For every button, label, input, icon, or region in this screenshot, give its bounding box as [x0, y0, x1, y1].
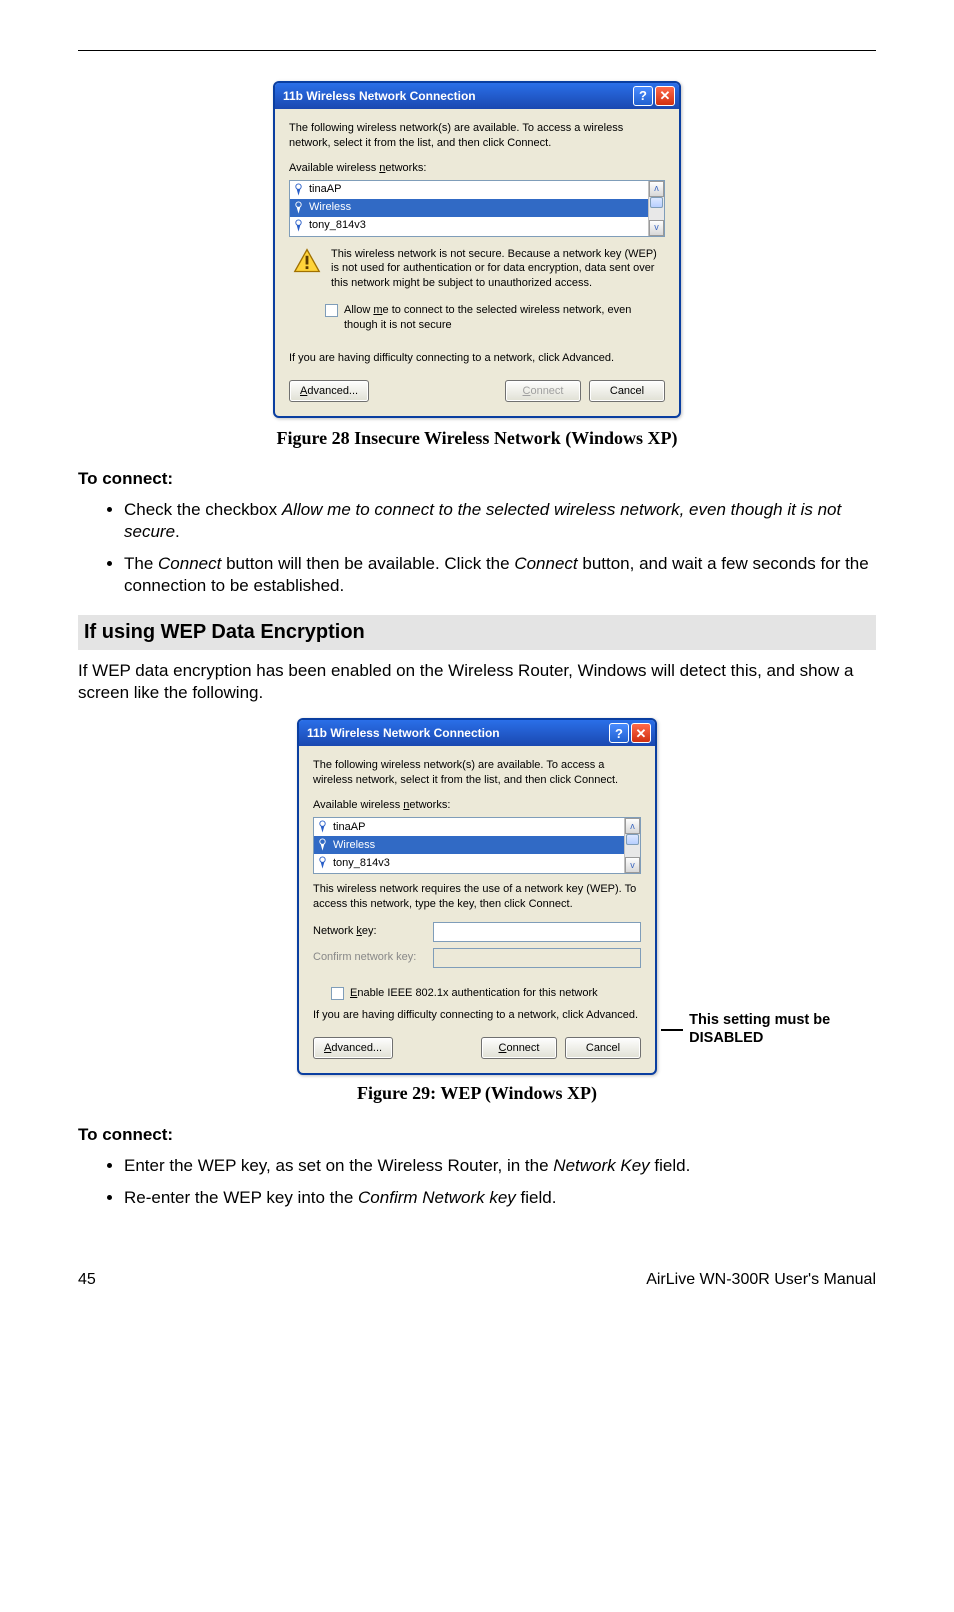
- antenna-icon: [318, 857, 327, 869]
- scroll-thumb[interactable]: [626, 834, 639, 846]
- confirm-key-input: [433, 948, 641, 968]
- scroll-down-icon[interactable]: v: [625, 857, 640, 873]
- scroll-up-icon[interactable]: ʌ: [649, 181, 664, 197]
- dialog-body: The following wireless network(s) are av…: [299, 746, 655, 1073]
- antenna-icon: [294, 202, 303, 214]
- callout-line: [661, 1029, 683, 1031]
- titlebar: 11b Wireless Network Connection ? ✕: [275, 83, 679, 109]
- list-item-label: Wireless: [309, 200, 351, 215]
- allow-connect-label: Allow me to connect to the selected wire…: [344, 303, 661, 333]
- connect-button: Connect: [505, 380, 581, 402]
- listbox-scrollbar[interactable]: ʌ v: [648, 181, 664, 236]
- wep-key-info: This wireless network requires the use o…: [313, 882, 641, 912]
- scroll-track[interactable]: [625, 834, 640, 857]
- list-item: Re-enter the WEP key into the Confirm Ne…: [124, 1187, 876, 1209]
- list-item[interactable]: tinaAP: [314, 818, 640, 836]
- close-button[interactable]: ✕: [655, 86, 675, 106]
- connect-steps-1: Check the checkbox Allow me to connect t…: [78, 499, 876, 597]
- network-listbox[interactable]: tinaAP Wireless tony_814v3 ʌ v: [313, 817, 641, 874]
- intro-text: The following wireless network(s) are av…: [289, 121, 665, 151]
- xp-dialog-1: 11b Wireless Network Connection ? ✕ The …: [273, 81, 681, 418]
- list-item[interactable]: tony_814v3: [314, 854, 640, 872]
- callout-text: This setting must be DISABLED: [689, 1012, 876, 1047]
- network-key-label: Network key:: [313, 924, 425, 939]
- list-item[interactable]: Wireless: [290, 199, 664, 217]
- list-item-label: tony_814v3: [333, 856, 390, 871]
- confirm-key-label: Confirm network key:: [313, 950, 425, 965]
- page-footer: 45 AirLive WN-300R User's Manual: [78, 1269, 876, 1289]
- listbox-scrollbar[interactable]: ʌ v: [624, 818, 640, 873]
- dialog-body: The following wireless network(s) are av…: [275, 109, 679, 416]
- listbox-label: Available wireless networks:: [313, 798, 641, 813]
- top-rule: [78, 50, 876, 51]
- help-button[interactable]: ?: [633, 86, 653, 106]
- close-button[interactable]: ✕: [631, 723, 651, 743]
- list-item[interactable]: tony_814v3: [290, 217, 664, 235]
- list-item: Check the checkbox Allow me to connect t…: [124, 499, 876, 543]
- help-button[interactable]: ?: [609, 723, 629, 743]
- warning-row: This wireless network is not secure. Bec…: [289, 237, 665, 292]
- antenna-icon: [318, 821, 327, 833]
- disabled-callout: This setting must be DISABLED: [661, 1012, 876, 1047]
- button-row: Advanced... Connect Cancel: [289, 380, 665, 402]
- list-item[interactable]: Wireless: [314, 836, 640, 854]
- figure-28-dialog-wrap: 11b Wireless Network Connection ? ✕ The …: [78, 81, 876, 418]
- allow-connect-checkbox-row: Allow me to connect to the selected wire…: [289, 291, 665, 339]
- to-connect-heading-1: To connect:: [78, 468, 876, 491]
- allow-connect-checkbox[interactable]: [325, 304, 338, 317]
- warning-text: This wireless network is not secure. Bec…: [331, 247, 661, 292]
- page-number: 45: [78, 1271, 96, 1288]
- cancel-button[interactable]: Cancel: [589, 380, 665, 402]
- listbox-label: Available wireless networks:: [289, 161, 665, 176]
- advanced-button[interactable]: Advanced...: [313, 1037, 393, 1059]
- list-item-label: tony_814v3: [309, 218, 366, 233]
- warning-icon: [293, 247, 321, 275]
- network-key-row: Network key:: [313, 922, 641, 942]
- confirm-key-row: Confirm network key:: [313, 948, 641, 968]
- advanced-button[interactable]: Advanced...: [289, 380, 369, 402]
- list-item[interactable]: tinaAP: [290, 181, 664, 199]
- cancel-button[interactable]: Cancel: [565, 1037, 641, 1059]
- connect-button[interactable]: Connect: [481, 1037, 557, 1059]
- figure-29-caption: Figure 29: WEP (Windows XP): [78, 1081, 876, 1105]
- wep-section-heading: If using WEP Data Encryption: [78, 615, 876, 650]
- network-key-input[interactable]: [433, 922, 641, 942]
- title-text: 11b Wireless Network Connection: [283, 88, 631, 104]
- xp-dialog-2: 11b Wireless Network Connection ? ✕ The …: [297, 718, 657, 1075]
- antenna-icon: [294, 220, 303, 232]
- list-item-label: Wireless: [333, 838, 375, 853]
- advice-text: If you are having difficulty connecting …: [289, 351, 665, 366]
- ieee-checkbox[interactable]: [331, 987, 344, 1000]
- scroll-down-icon[interactable]: v: [649, 220, 664, 236]
- to-connect-heading-2: To connect:: [78, 1124, 876, 1147]
- list-item: The Connect button will then be availabl…: [124, 553, 876, 597]
- doc-title: AirLive WN-300R User's Manual: [646, 1269, 876, 1291]
- ieee-label: Enable IEEE 802.1x authentication for th…: [350, 986, 598, 1001]
- figure-28-caption: Figure 28 Insecure Wireless Network (Win…: [78, 426, 876, 450]
- advice-text: If you are having difficulty connecting …: [313, 1008, 641, 1023]
- intro-text: The following wireless network(s) are av…: [313, 758, 641, 788]
- antenna-icon: [318, 839, 327, 851]
- scroll-up-icon[interactable]: ʌ: [625, 818, 640, 834]
- button-row: Advanced... Connect Cancel: [313, 1037, 641, 1059]
- list-item: Enter the WEP key, as set on the Wireles…: [124, 1155, 876, 1177]
- antenna-icon: [294, 184, 303, 196]
- list-item-label: tinaAP: [309, 182, 341, 197]
- scroll-thumb[interactable]: [650, 197, 663, 209]
- title-text: 11b Wireless Network Connection: [307, 725, 607, 741]
- figure-29-wrap: 11b Wireless Network Connection ? ✕ The …: [78, 718, 876, 1075]
- scroll-track[interactable]: [649, 197, 664, 220]
- list-item-label: tinaAP: [333, 820, 365, 835]
- titlebar: 11b Wireless Network Connection ? ✕: [299, 720, 655, 746]
- ieee-checkbox-row: Enable IEEE 802.1x authentication for th…: [313, 974, 641, 1007]
- network-listbox[interactable]: tinaAP Wireless tony_814v3 ʌ v: [289, 180, 665, 237]
- wep-paragraph: If WEP data encryption has been enabled …: [78, 660, 876, 704]
- connect-steps-2: Enter the WEP key, as set on the Wireles…: [78, 1155, 876, 1209]
